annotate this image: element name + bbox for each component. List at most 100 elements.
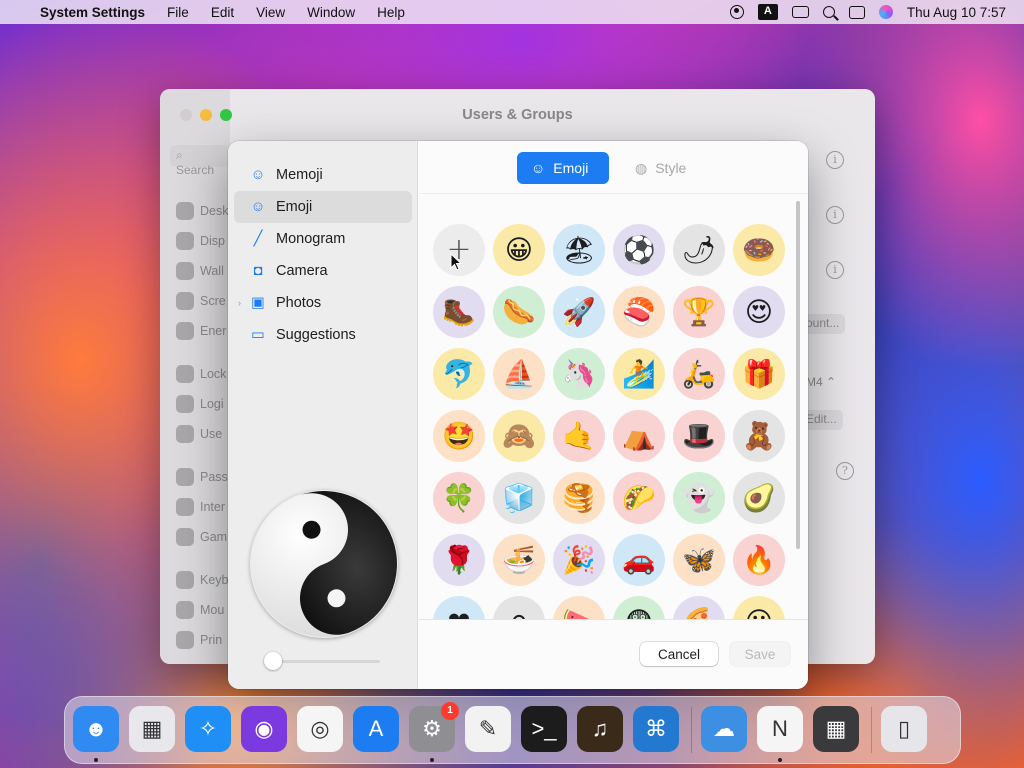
sidebar-item-game-center[interactable]: Gam	[176, 528, 227, 546]
zoom-slider-track[interactable]	[274, 660, 380, 663]
sidebar-item-monogram[interactable]: ╱ Monogram	[234, 223, 412, 255]
dock-chrome-icon[interactable]: ◎	[297, 706, 343, 752]
sidebar-item-memoji[interactable]: ☺ Memoji	[234, 159, 412, 191]
clock[interactable]: Thu Aug 10 7:57	[907, 5, 1006, 20]
emoji-dolphin[interactable]: 🐬	[433, 348, 485, 400]
emoji-top-hat[interactable]: 🎩	[673, 410, 725, 462]
emoji-beach-umbrella[interactable]: 🏖	[553, 224, 605, 276]
cancel-button[interactable]: Cancel	[640, 642, 718, 666]
emoji-heart-eyes[interactable]: 😍	[733, 286, 785, 338]
sidebar-item-photos[interactable]: › ▣ Photos	[234, 287, 412, 319]
sidebar-item-login-password[interactable]: Logi	[176, 395, 224, 413]
sidebar-item-emoji[interactable]: ☺ Emoji	[234, 191, 412, 223]
emoji-partial-1[interactable]: ❤	[433, 596, 485, 619]
emoji-scooter[interactable]: 🛵	[673, 348, 725, 400]
tab-emoji[interactable]: ☺ Emoji	[517, 152, 609, 184]
siri-icon[interactable]	[878, 5, 893, 19]
emoji-rocket[interactable]: 🚀	[553, 286, 605, 338]
dock-trash-icon[interactable]: ▯	[881, 706, 927, 752]
sidebar-item-printers[interactable]: Prin	[176, 631, 222, 649]
sidebar-item-screen-saver[interactable]: Scre	[176, 292, 226, 310]
dock-news-icon[interactable]: N	[757, 706, 803, 752]
sidebar-item-passwords[interactable]: Pass	[176, 468, 228, 486]
dock-terminal-icon[interactable]: >_	[521, 706, 567, 752]
dock-weather-icon[interactable]: ☁	[701, 706, 747, 752]
emoji-grinning[interactable]: 😀	[493, 224, 545, 276]
dock-launchpad-icon[interactable]: ▦	[129, 706, 175, 752]
settings-search-field[interactable]: ⌕ Search	[170, 145, 230, 177]
emoji-partial-5[interactable]: 🍕	[673, 596, 725, 619]
emoji-pancakes[interactable]: 🥞	[553, 472, 605, 524]
keyboard-a-icon[interactable]: A	[757, 4, 778, 20]
emoji-ghost[interactable]: 👻	[673, 472, 725, 524]
sidebar-item-keyboard[interactable]: Keyb	[176, 571, 229, 589]
info-icon[interactable]: i	[826, 206, 844, 224]
emoji-sushi[interactable]: 🍣	[613, 286, 665, 338]
dock-system-settings-icon[interactable]: ⚙ 1	[409, 702, 459, 752]
emoji-soccer-ball[interactable]: ⚽	[613, 224, 665, 276]
emoji-see-no-evil[interactable]: 🙈	[493, 410, 545, 462]
emoji-four-leaf-clover[interactable]: 🍀	[433, 472, 485, 524]
emoji-grid-scroll[interactable]: +😀🏖⚽🌶🍩🥾🌭🚀🍣🏆😍🐬⛵🦄🏄🛵🎁🤩🙈🤙⛺🎩🧸🍀🧊🥞🌮👻🥑🌹🍜🎉🚗🦋🔥❤⚪🍉😨…	[419, 194, 803, 619]
emoji-avocado[interactable]: 🥑	[733, 472, 785, 524]
dock-app-store-icon[interactable]: A	[353, 706, 399, 752]
emoji-party-popper[interactable]: 🎉	[553, 534, 605, 586]
sidebar-item-suggestions[interactable]: ▭ Suggestions	[234, 319, 412, 351]
menu-view[interactable]: View	[256, 5, 285, 20]
dock-finder-icon[interactable]: ☻	[73, 706, 119, 752]
dock-safari-icon[interactable]: ✧	[185, 706, 231, 752]
emoji-taco[interactable]: 🌮	[613, 472, 665, 524]
dock-firefox-icon[interactable]: ◉	[241, 706, 287, 752]
emoji-fire[interactable]: 🔥	[733, 534, 785, 586]
sidebar-item-lock-screen[interactable]: Lock	[176, 365, 226, 383]
menu-file[interactable]: File	[167, 5, 189, 20]
emoji-noodles[interactable]: 🍜	[493, 534, 545, 586]
sidebar-item-energy[interactable]: Ener	[176, 322, 226, 340]
emoji-teddy-bear[interactable]: 🧸	[733, 410, 785, 462]
emoji-unicorn[interactable]: 🦄	[553, 348, 605, 400]
emoji-trophy[interactable]: 🏆	[673, 286, 725, 338]
info-icon[interactable]: i	[826, 151, 844, 169]
dock-textedit-icon[interactable]: ✎	[465, 706, 511, 752]
control-center-icon[interactable]	[848, 5, 865, 19]
emoji-hiking-boot[interactable]: 🥾	[433, 286, 485, 338]
emoji-partial-4[interactable]: 😨	[613, 596, 665, 619]
emoji-call-me-hand[interactable]: 🤙	[553, 410, 605, 462]
dock-calculator-icon[interactable]: ▦	[813, 706, 859, 752]
emoji-surfer[interactable]: 🏄	[613, 348, 665, 400]
sidebar-item-users-groups[interactable]: Use	[176, 425, 222, 443]
disclosure-chevron-icon[interactable]: ›	[238, 298, 241, 308]
emoji-gift[interactable]: 🎁	[733, 348, 785, 400]
menu-help[interactable]: Help	[377, 5, 405, 20]
dock-vscode-icon[interactable]: ⌘	[633, 706, 679, 752]
emoji-partial-6[interactable]: 😶	[733, 596, 785, 619]
dock-garageband-icon[interactable]: ♫	[577, 706, 623, 752]
menu-edit[interactable]: Edit	[211, 5, 234, 20]
emoji-ice-cube[interactable]: 🧊	[493, 472, 545, 524]
app-menu[interactable]: System Settings	[40, 5, 145, 20]
user-icon[interactable]	[729, 5, 744, 19]
sidebar-item-wallpaper[interactable]: Wall	[176, 262, 224, 280]
emoji-hot-dog[interactable]: 🌭	[493, 286, 545, 338]
emoji-hot-pepper[interactable]: 🌶	[673, 224, 725, 276]
zoom-slider-knob[interactable]	[264, 652, 282, 670]
tab-style[interactable]: ◍ Style	[621, 152, 711, 184]
emoji-rose[interactable]: 🌹	[433, 534, 485, 586]
emoji-doughnut[interactable]: 🍩	[733, 224, 785, 276]
emoji-butterfly[interactable]: 🦋	[673, 534, 725, 586]
emoji-star-struck[interactable]: 🤩	[433, 410, 485, 462]
emoji-tent[interactable]: ⛺	[613, 410, 665, 462]
sidebar-item-displays[interactable]: Disp	[176, 232, 225, 250]
emoji-sailboat[interactable]: ⛵	[493, 348, 545, 400]
emoji-partial-3[interactable]: 🍉	[553, 596, 605, 619]
sidebar-item-camera[interactable]: ◘ Camera	[234, 255, 412, 287]
info-icon[interactable]: i	[826, 261, 844, 279]
help-icon[interactable]: ?	[836, 462, 854, 480]
emoji-partial-2[interactable]: ⚪	[493, 596, 545, 619]
scrollbar[interactable]	[796, 201, 800, 549]
menu-window[interactable]: Window	[307, 5, 355, 20]
sidebar-item-mouse[interactable]: Mou	[176, 601, 224, 619]
screen-mirroring-icon[interactable]	[791, 6, 809, 18]
sidebar-item-internet-accounts[interactable]: Inter	[176, 498, 225, 516]
emoji-car[interactable]: 🚗	[613, 534, 665, 586]
